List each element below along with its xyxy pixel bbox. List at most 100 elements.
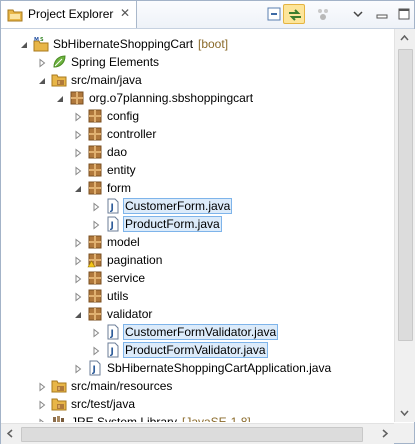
collapsed-arrow-icon[interactable]: [91, 219, 101, 230]
tree-item[interactable]: J ProductFormValidator.java: [1, 341, 393, 359]
collapsed-arrow-icon[interactable]: [73, 363, 83, 374]
project-explorer-icon: [7, 7, 23, 23]
tree-item-label: src/main/resources: [71, 379, 173, 393]
tree-item[interactable]: utils: [1, 287, 393, 305]
svg-text:J: J: [110, 221, 114, 231]
vertical-scroll-thumb[interactable]: [398, 49, 413, 341]
tree-item-label: ProductFormValidator.java: [123, 342, 268, 358]
source-folder-icon: [51, 72, 67, 88]
tree-item-label: CustomerForm.java: [123, 198, 233, 214]
tree-item-label: dao: [107, 145, 128, 159]
collapse-all-button[interactable]: [263, 4, 285, 24]
tree-item[interactable]: org.o7planning.sbshoppingcart: [1, 89, 393, 107]
tree-item-label: config: [107, 109, 140, 123]
close-icon[interactable]: ✕: [118, 6, 132, 20]
tree-item[interactable]: entity: [1, 161, 393, 179]
maximize-button[interactable]: [393, 4, 415, 24]
minimize-button[interactable]: [371, 4, 393, 24]
tree-item[interactable]: J CustomerFormValidator.java: [1, 323, 393, 341]
vertical-scrollbar[interactable]: [394, 29, 415, 422]
tree-item[interactable]: src/test/java: [1, 395, 393, 413]
tree-item[interactable]: config: [1, 107, 393, 125]
expanded-arrow-icon[interactable]: [73, 183, 83, 193]
tree-item[interactable]: J SbHibernateShoppingCartApplication.java: [1, 359, 393, 377]
tree-item[interactable]: J CustomerForm.java: [1, 197, 393, 215]
collapsed-arrow-icon[interactable]: [73, 147, 83, 158]
collapsed-arrow-icon[interactable]: [73, 255, 83, 266]
scroll-right-arrow-icon[interactable]: [376, 425, 393, 442]
svg-text:J: J: [92, 365, 96, 375]
collapsed-arrow-icon[interactable]: [91, 345, 101, 356]
collapsed-arrow-icon[interactable]: [37, 417, 47, 422]
tree-item[interactable]: controller: [1, 125, 393, 143]
package-icon: [87, 108, 103, 124]
package-icon: [87, 180, 103, 196]
java-file-icon: J: [105, 198, 121, 214]
horizontal-scrollbar[interactable]: [1, 423, 394, 444]
tree-item-label: CustomerFormValidator.java: [123, 324, 279, 340]
tree-item[interactable]: M S SbHibernateShoppingCart [boot]: [1, 35, 393, 53]
tree-item[interactable]: Spring Elements: [1, 53, 393, 71]
tree-item-label: Spring Elements: [71, 55, 160, 69]
source-folder-icon: [51, 396, 67, 412]
focus-task-button[interactable]: [312, 4, 334, 24]
tree-item-label: service: [107, 271, 146, 285]
view-tab-bar: Project Explorer ✕: [1, 1, 414, 29]
svg-text:S: S: [40, 37, 44, 43]
tab-project-explorer[interactable]: Project Explorer ✕: [1, 1, 137, 28]
package-icon: [87, 162, 103, 178]
scroll-down-arrow-icon[interactable]: [396, 404, 413, 421]
tree-item-label: JRE System Library: [71, 415, 178, 422]
view-menu-button[interactable]: [347, 4, 369, 24]
tree-item[interactable]: dao: [1, 143, 393, 161]
tree-item[interactable]: validator: [1, 305, 393, 323]
horizontal-scroll-thumb[interactable]: [21, 427, 363, 442]
collapsed-arrow-icon[interactable]: [37, 381, 47, 392]
package-icon: [87, 144, 103, 160]
tree-item[interactable]: J ProductForm.java: [1, 215, 393, 233]
tree-item-label: pagination: [107, 253, 163, 267]
link-with-editor-button[interactable]: [283, 4, 305, 24]
collapsed-arrow-icon[interactable]: [37, 57, 47, 68]
package-icon: [69, 90, 85, 106]
package-icon: [87, 288, 103, 304]
tree-item[interactable]: model: [1, 233, 393, 251]
tree-item[interactable]: JRE System Library [JavaSE-1.8]: [1, 413, 393, 422]
collapsed-arrow-icon[interactable]: [73, 273, 83, 284]
source-folder-icon: [51, 378, 67, 394]
tree-item-label: model: [107, 235, 140, 249]
svg-text:J: J: [110, 203, 114, 213]
tree-item[interactable]: form: [1, 179, 393, 197]
tree-item[interactable]: src/main/resources: [1, 377, 393, 395]
scroll-left-arrow-icon[interactable]: [2, 425, 19, 442]
tree-item-label: org.o7planning.sbshoppingcart: [89, 91, 254, 105]
expanded-arrow-icon[interactable]: [73, 309, 83, 319]
collapsed-arrow-icon[interactable]: [73, 165, 83, 176]
tree-item[interactable]: service: [1, 269, 393, 287]
svg-text:M: M: [34, 37, 39, 43]
expanded-arrow-icon[interactable]: [19, 39, 29, 49]
collapsed-arrow-icon[interactable]: [73, 111, 83, 122]
collapsed-arrow-icon[interactable]: [91, 327, 101, 338]
java-file-icon: J: [105, 216, 121, 232]
tree-item-label: form: [107, 181, 131, 195]
scroll-up-arrow-icon[interactable]: [396, 30, 413, 47]
tree-item-decoration: [JavaSE-1.8]: [182, 415, 251, 422]
expanded-arrow-icon[interactable]: [55, 93, 65, 103]
tree-item-label: utils: [107, 289, 129, 303]
project-tree[interactable]: M S SbHibernateShoppingCart [boot] Spring El…: [1, 29, 393, 422]
tree-item[interactable]: src/main/java: [1, 71, 393, 89]
library-icon: [51, 414, 67, 422]
collapsed-arrow-icon[interactable]: [73, 129, 83, 140]
collapsed-arrow-icon[interactable]: [37, 399, 47, 410]
collapsed-arrow-icon[interactable]: [73, 237, 83, 248]
collapsed-arrow-icon[interactable]: [73, 291, 83, 302]
svg-text:J: J: [110, 347, 114, 357]
tree-item-label: ProductForm.java: [123, 216, 222, 232]
tree-item-label: src/main/java: [71, 73, 142, 87]
tree-item[interactable]: pagination: [1, 251, 393, 269]
tree-item-decoration: [boot]: [198, 37, 229, 51]
collapsed-arrow-icon[interactable]: [91, 201, 101, 212]
expanded-arrow-icon[interactable]: [37, 75, 47, 85]
tree-item-label: src/test/java: [71, 397, 136, 411]
